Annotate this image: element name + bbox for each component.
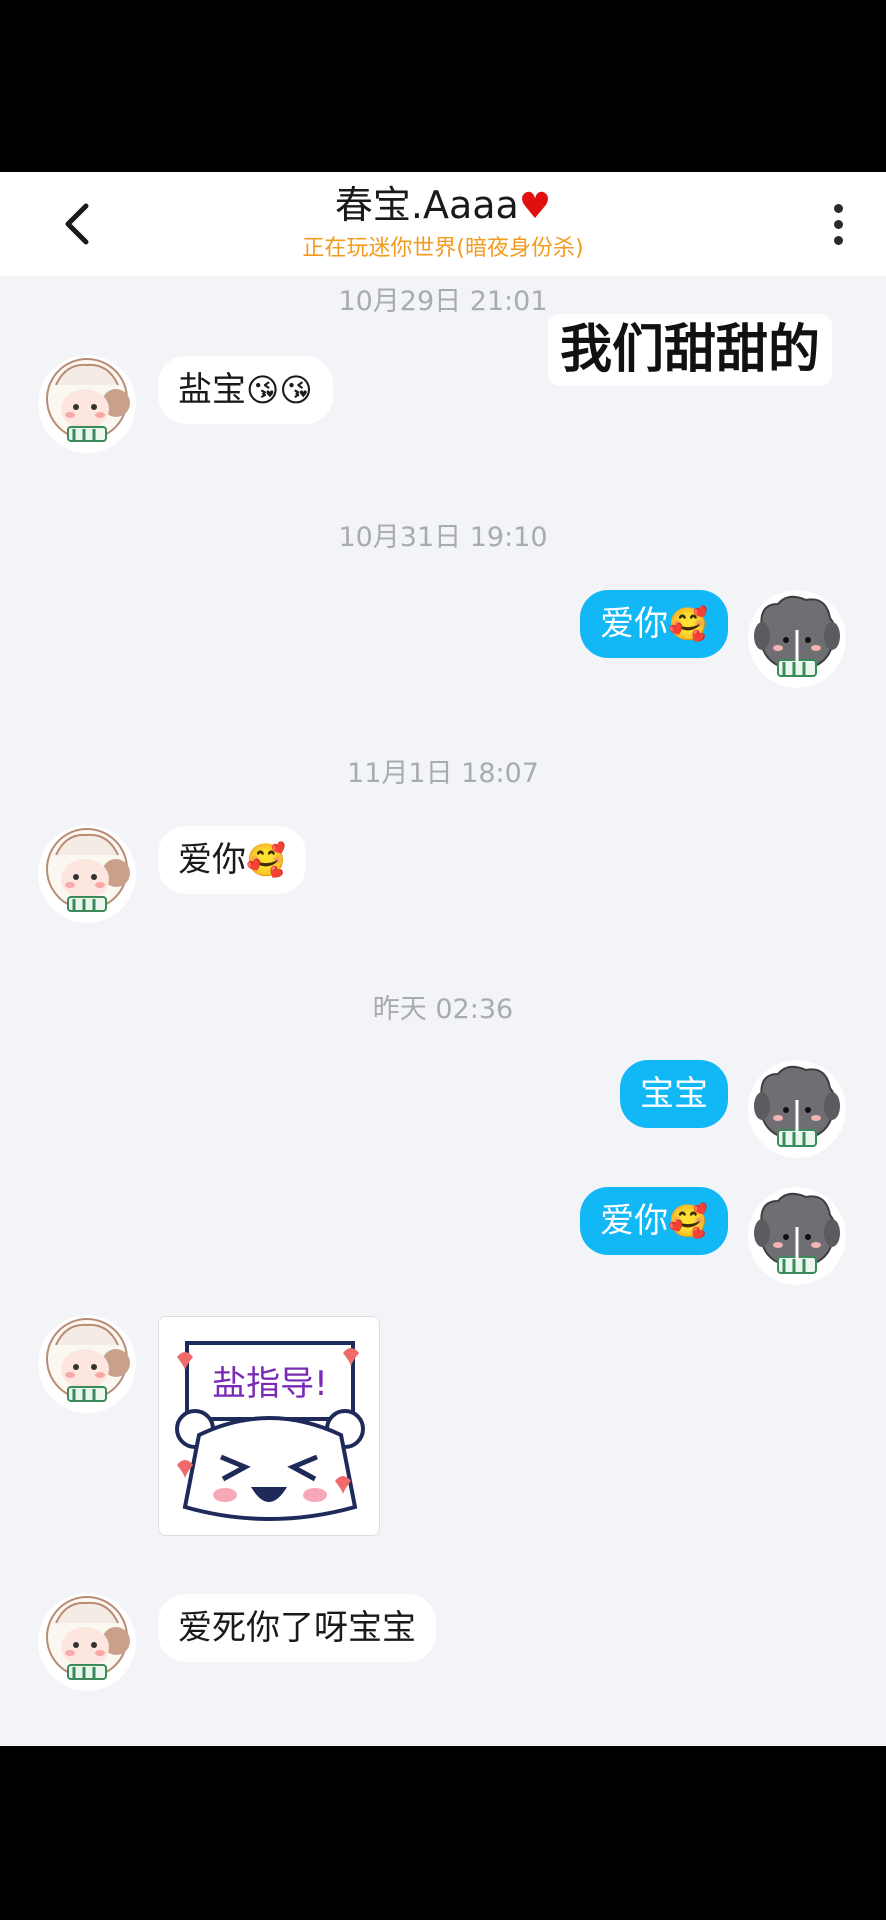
timestamp: 昨天 02:36: [372, 994, 514, 1025]
emoji-smiling-hearts: 🥰: [668, 1202, 708, 1240]
heart-icon: ♥: [518, 186, 552, 227]
avatar-outgoing[interactable]: [748, 590, 846, 688]
emoji-kiss: 😘😘: [246, 371, 313, 409]
avatar-incoming[interactable]: [38, 1315, 136, 1413]
sticker-message[interactable]: 盐指导!: [158, 1316, 380, 1536]
message-text: 爱你: [178, 840, 246, 880]
message-bubble-outgoing[interactable]: 爱你🥰: [580, 1187, 728, 1255]
sheep-avatar-icon: [38, 1593, 136, 1691]
message-text: 盐宝: [178, 370, 246, 410]
sheep-avatar-icon: [38, 825, 136, 923]
avatar-incoming[interactable]: [38, 1593, 136, 1691]
gray-sheep-avatar-icon: [748, 590, 846, 688]
overlay-caption: 我们甜甜的: [548, 314, 833, 386]
back-button[interactable]: [52, 196, 108, 252]
panda-sticker-icon: 盐指导!: [159, 1317, 379, 1535]
vertical-ellipsis-icon: [834, 204, 843, 213]
contact-status: 正在玩迷你世界(暗夜身份杀): [302, 236, 584, 261]
avatar-outgoing[interactable]: [748, 1187, 846, 1285]
message-bubble-outgoing[interactable]: 爱你🥰: [580, 590, 728, 658]
chevron-left-icon: [65, 203, 89, 245]
chat-screen: 春宝.Aaaa♥ 正在玩迷你世界(暗夜身份杀) 10月29日 21:01 我们甜…: [0, 172, 886, 1746]
gray-sheep-avatar-icon: [748, 1187, 846, 1285]
gray-sheep-avatar-icon: [748, 1060, 846, 1158]
contact-name: 春宝.Aaaa: [334, 183, 519, 227]
message-text: 爱你: [600, 1201, 669, 1241]
message-bubble-incoming[interactable]: 爱死你了呀宝宝: [158, 1594, 436, 1662]
avatar-outgoing[interactable]: [748, 1060, 846, 1158]
sticker-text: 盐指导!: [212, 1364, 328, 1404]
more-options-button[interactable]: [818, 194, 862, 254]
page-title: 春宝.Aaaa♥: [180, 178, 706, 234]
chat-header: 春宝.Aaaa♥ 正在玩迷你世界(暗夜身份杀): [0, 172, 886, 276]
emoji-smiling-hearts: 🥰: [246, 841, 286, 879]
sheep-avatar-icon: [38, 1315, 136, 1413]
message-text: 宝宝: [640, 1074, 708, 1114]
message-bubble-incoming[interactable]: 爱你🥰: [158, 826, 306, 894]
avatar-incoming[interactable]: [38, 355, 136, 453]
message-text: 爱死你了呀宝宝: [178, 1608, 416, 1648]
message-bubble-outgoing[interactable]: 宝宝: [620, 1060, 728, 1128]
message-text: 爱你: [600, 604, 669, 644]
sheep-avatar-icon: [38, 355, 136, 453]
vertical-ellipsis-dot: [834, 220, 843, 229]
timestamp: 10月31日 19:10: [338, 522, 548, 553]
emoji-smiling-hearts: 🥰: [668, 605, 708, 643]
timestamp: 11月1日 18:07: [347, 758, 539, 789]
header-title-area[interactable]: 春宝.Aaaa♥ 正在玩迷你世界(暗夜身份杀): [180, 178, 706, 264]
avatar-incoming[interactable]: [38, 825, 136, 923]
vertical-ellipsis-dot: [834, 236, 843, 245]
message-bubble-incoming[interactable]: 盐宝😘😘: [158, 356, 333, 424]
